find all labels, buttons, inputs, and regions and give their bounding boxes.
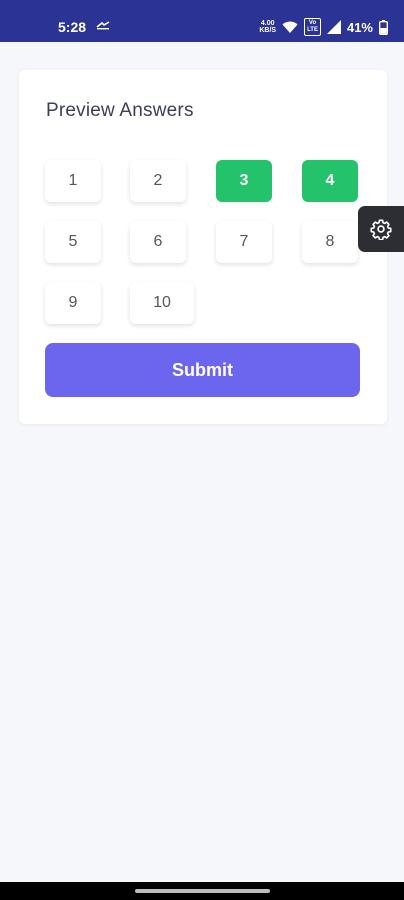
submit-button[interactable]: Submit xyxy=(45,343,360,397)
network-speed-unit: KB/S xyxy=(259,27,277,34)
status-icons: 4.00 KB/S Vo LTE 41% xyxy=(259,17,388,37)
answer-button-4[interactable]: 4 xyxy=(302,160,358,202)
answer-button-2[interactable]: 2 xyxy=(130,160,186,202)
preview-answers-card: Preview Answers 1 2 3 4 5 6 7 8 9 10 Sub… xyxy=(19,70,387,424)
answer-button-8[interactable]: 8 xyxy=(302,221,358,263)
answer-button-10[interactable]: 10 xyxy=(130,282,194,324)
wifi-icon xyxy=(282,21,298,33)
answer-button-7[interactable]: 7 xyxy=(216,221,272,263)
answer-button-9[interactable]: 9 xyxy=(45,282,101,324)
network-speed-value: 4.00 xyxy=(260,20,275,27)
signal-icon xyxy=(326,20,341,34)
gear-icon xyxy=(370,219,392,240)
battery-icon xyxy=(379,19,388,35)
card-title: Preview Answers xyxy=(46,100,194,121)
navigation-bar xyxy=(0,882,404,900)
home-gesture-handle[interactable] xyxy=(135,889,270,893)
status-time: 5:28 xyxy=(58,19,87,35)
settings-tab[interactable] xyxy=(358,206,404,252)
answer-button-5[interactable]: 5 xyxy=(45,221,101,263)
volte-badge: Vo LTE xyxy=(304,18,321,36)
battery-percent: 41% xyxy=(346,19,373,35)
notification-icon xyxy=(96,21,110,30)
status-bar: 5:28 4.00 KB/S Vo LTE 41% xyxy=(0,0,404,42)
answer-button-1[interactable]: 1 xyxy=(45,160,101,202)
volte-top-label: Vo xyxy=(308,20,317,26)
answer-button-6[interactable]: 6 xyxy=(130,221,186,263)
volte-bottom-label: LTE xyxy=(307,27,318,33)
network-speed: 4.00 KB/S xyxy=(259,20,276,34)
answer-button-3[interactable]: 3 xyxy=(216,160,272,202)
